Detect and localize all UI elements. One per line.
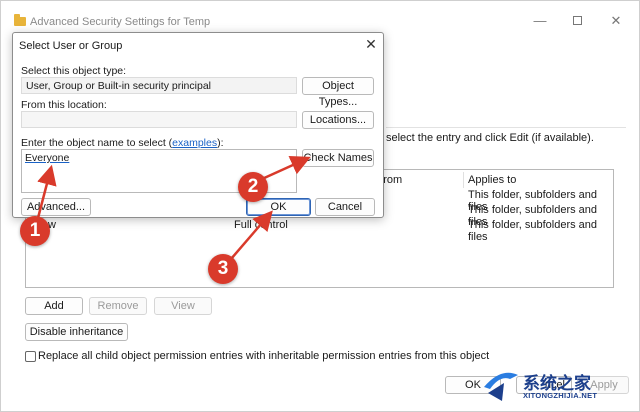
annotation-arrows (36, 156, 311, 260)
annotation-marker-3: 3 (208, 254, 238, 284)
arrow-2 (261, 156, 311, 181)
annotation-marker-2: 2 (238, 172, 268, 202)
watermark-subtext: XITONGZHIJIA.NET (523, 391, 598, 400)
arrow-1 (36, 164, 57, 219)
annotation-marker-1: 1 (20, 216, 50, 246)
arrow-3 (230, 210, 273, 260)
watermark-logo-icon (484, 372, 518, 401)
